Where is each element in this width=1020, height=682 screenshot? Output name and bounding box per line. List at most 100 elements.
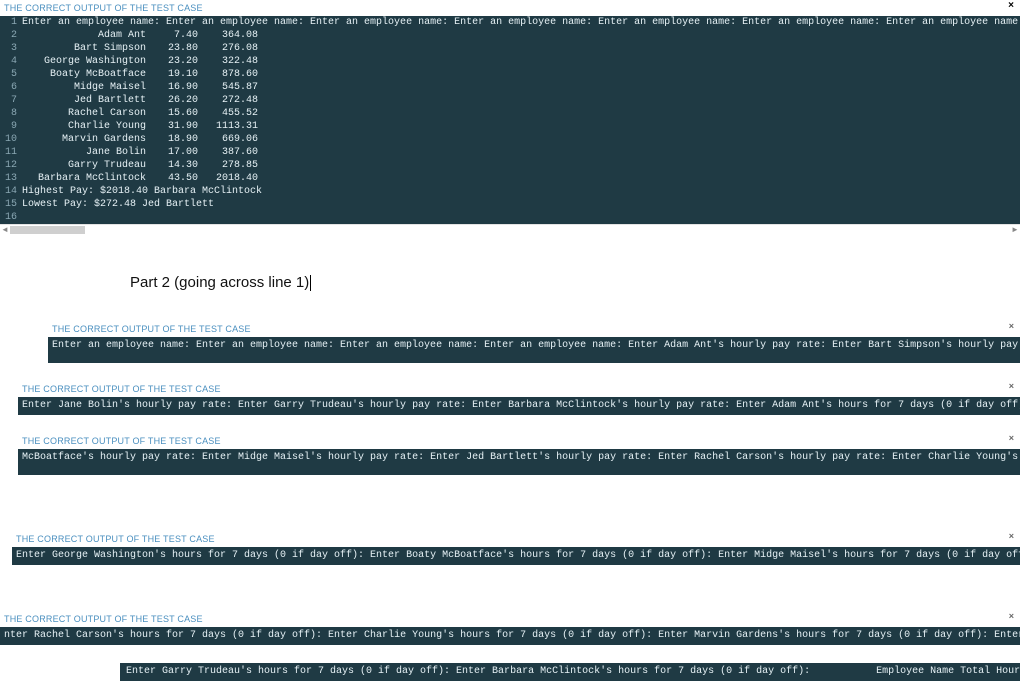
gross-pay: 1113.31: [198, 120, 258, 133]
output-strip-2: × THE CORRECT OUTPUT OF THE TEST CASE En…: [18, 381, 1020, 415]
hourly-rate: 43.50: [152, 172, 198, 185]
line-number: 11: [0, 146, 22, 159]
scroll-track[interactable]: [10, 225, 1010, 235]
employee-name: Bart Simpson: [22, 42, 152, 55]
hourly-rate: 23.20: [152, 55, 198, 68]
table-row: 6Midge Maisel16.90545.87: [0, 81, 1020, 94]
panel-title: THE CORRECT OUTPUT OF THE TEST CASE: [0, 611, 1020, 627]
hourly-rate: 26.20: [152, 94, 198, 107]
gross-pay: 669.06: [198, 133, 258, 146]
scroll-thumb[interactable]: [10, 226, 85, 234]
output-strip-5: × THE CORRECT OUTPUT OF THE TEST CASE nt…: [0, 611, 1020, 645]
employee-name: Rachel Carson: [22, 107, 152, 120]
lowest-pay-line: Lowest Pay: $272.48 Jed Bartlett: [22, 198, 214, 211]
output-strip-3: × THE CORRECT OUTPUT OF THE TEST CASE Mc…: [18, 433, 1020, 475]
table-row: 10Marvin Gardens18.90669.06: [0, 133, 1020, 146]
employee-name: Jed Bartlett: [22, 94, 152, 107]
console-output: 1 Enter an employee name: Enter an emplo…: [0, 16, 1020, 224]
line-number: 7: [0, 94, 22, 107]
scroll-left-icon[interactable]: ◄: [0, 225, 10, 235]
employee-name: Garry Trudeau: [22, 159, 152, 172]
output-strip-1: × THE CORRECT OUTPUT OF THE TEST CASE En…: [48, 321, 1020, 363]
employee-name: Barbara McClintock: [22, 172, 152, 185]
console-line: Enter Garry Trudeau's hours for 7 days (…: [126, 666, 810, 677]
table-row: 7Jed Bartlett26.20272.48: [0, 94, 1020, 107]
gross-pay: 878.60: [198, 68, 258, 81]
console-line: Enter an employee name: Enter an employe…: [48, 337, 1020, 363]
panel-title: THE CORRECT OUTPUT OF THE TEST CASE: [48, 321, 1020, 337]
line-number: 2: [0, 29, 22, 42]
hourly-rate: 18.90: [152, 133, 198, 146]
table-row: 5Boaty McBoatface19.10878.60: [0, 68, 1020, 81]
caption-text: Part 2 (going across line 1): [130, 274, 309, 291]
table-row: 13Barbara McClintock43.502018.40: [0, 172, 1020, 185]
output-footer-line: Enter Garry Trudeau's hours for 7 days (…: [120, 663, 1020, 681]
line-number: 5: [0, 68, 22, 81]
hourly-rate: 23.80: [152, 42, 198, 55]
hourly-rate: 17.00: [152, 146, 198, 159]
horizontal-scrollbar[interactable]: ◄ ►: [0, 224, 1020, 234]
employee-name: George Washington: [22, 55, 152, 68]
hourly-rate: 7.40: [152, 29, 198, 42]
employee-name: Midge Maisel: [22, 81, 152, 94]
employee-name: Charlie Young: [22, 120, 152, 133]
table-row: 8Rachel Carson15.60455.52: [0, 107, 1020, 120]
line-number: 13: [0, 172, 22, 185]
gross-pay: 276.08: [198, 42, 258, 55]
close-icon[interactable]: ×: [1009, 321, 1020, 331]
employee-name: Boaty McBoatface: [22, 68, 152, 81]
gross-pay: 387.60: [198, 146, 258, 159]
line-number: 15: [0, 198, 22, 211]
close-icon[interactable]: ×: [1009, 611, 1020, 621]
part2-caption: Part 2 (going across line 1): [130, 274, 1020, 291]
gross-pay: 2018.40: [198, 172, 258, 185]
gross-pay: 455.52: [198, 107, 258, 120]
line-number: 3: [0, 42, 22, 55]
scroll-right-icon[interactable]: ►: [1010, 225, 1020, 235]
panel-title: THE CORRECT OUTPUT OF THE TEST CASE: [0, 0, 1020, 16]
hourly-rate: 14.30: [152, 159, 198, 172]
output-strip-4: × THE CORRECT OUTPUT OF THE TEST CASE En…: [12, 531, 1020, 565]
hourly-rate: 15.60: [152, 107, 198, 120]
close-icon[interactable]: ×: [1009, 531, 1020, 541]
gross-pay: 278.85: [198, 159, 258, 172]
panel-title: THE CORRECT OUTPUT OF THE TEST CASE: [18, 381, 1020, 397]
main-output-panel: × THE CORRECT OUTPUT OF THE TEST CASE 1 …: [0, 0, 1020, 234]
table-row: 3Bart Simpson23.80276.08: [0, 42, 1020, 55]
console-line: McBoatface's hourly pay rate: Enter Midg…: [18, 449, 1020, 475]
gross-pay: 364.08: [198, 29, 258, 42]
table-row: 9Charlie Young31.901113.31: [0, 120, 1020, 133]
line-number: 14: [0, 185, 22, 198]
panel-title: THE CORRECT OUTPUT OF THE TEST CASE: [12, 531, 1020, 547]
line-number: 10: [0, 133, 22, 146]
close-icon[interactable]: ×: [1008, 0, 1020, 11]
line-number: 16: [0, 211, 22, 224]
hourly-rate: 19.10: [152, 68, 198, 81]
table-row: 2Adam Ant7.40364.08: [0, 29, 1020, 42]
line-number: 1: [0, 16, 22, 29]
line-number: 4: [0, 55, 22, 68]
text-cursor-icon: [310, 275, 311, 291]
line-number: 6: [0, 81, 22, 94]
gross-pay: 272.48: [198, 94, 258, 107]
console-line: Enter an employee name: Enter an employe…: [22, 16, 1020, 29]
employee-name: Marvin Gardens: [22, 133, 152, 146]
column-headers: Employee Name Total Hours Gross Pay: [876, 666, 1020, 677]
highest-pay-line: Highest Pay: $2018.40 Barbara McClintock: [22, 185, 262, 198]
line-number: 12: [0, 159, 22, 172]
line-number: 9: [0, 120, 22, 133]
hourly-rate: 16.90: [152, 81, 198, 94]
console-line: Enter Jane Bolin's hourly pay rate: Ente…: [18, 397, 1020, 415]
employee-name: Jane Bolin: [22, 146, 152, 159]
gross-pay: 545.87: [198, 81, 258, 94]
table-row: 12Garry Trudeau14.30278.85: [0, 159, 1020, 172]
table-row: 11Jane Bolin17.00387.60: [0, 146, 1020, 159]
gross-pay: 322.48: [198, 55, 258, 68]
close-icon[interactable]: ×: [1009, 381, 1020, 391]
table-row: 4George Washington23.20322.48: [0, 55, 1020, 68]
employee-name: Adam Ant: [22, 29, 152, 42]
console-line: Enter George Washington's hours for 7 da…: [12, 547, 1020, 565]
close-icon[interactable]: ×: [1009, 433, 1020, 443]
line-number: 8: [0, 107, 22, 120]
hourly-rate: 31.90: [152, 120, 198, 133]
